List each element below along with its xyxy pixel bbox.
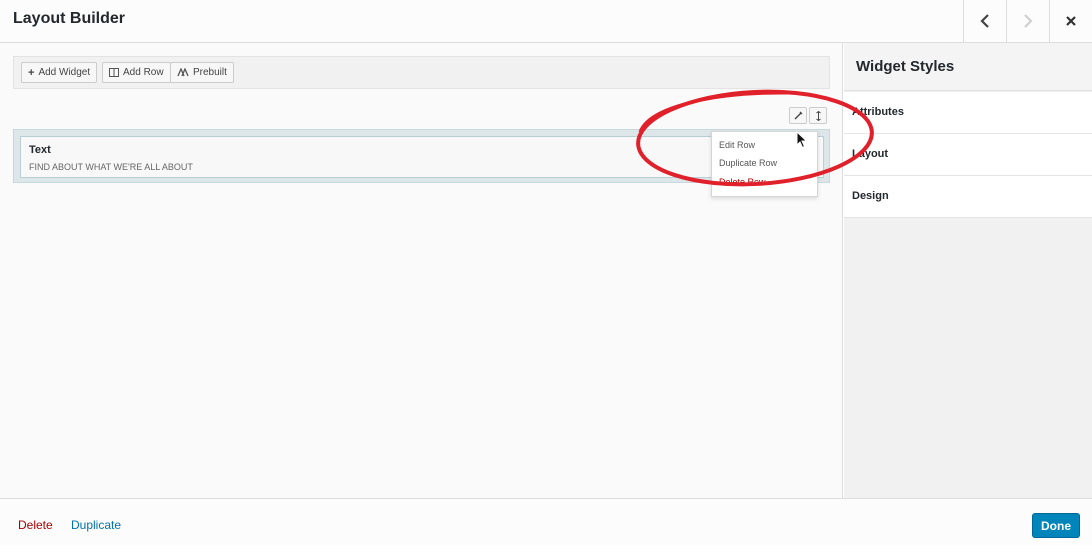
widget-styles-panel: Widget Styles Attributes Layout Design xyxy=(844,43,1092,498)
row-edit-button[interactable] xyxy=(789,107,807,124)
section-layout-label: Layout xyxy=(852,148,889,160)
add-widget-button[interactable]: + Add Widget xyxy=(21,62,98,83)
delete-row-item[interactable]: Delete Row xyxy=(719,177,766,187)
close-icon xyxy=(1066,16,1076,26)
chevron-right-icon xyxy=(1024,14,1033,28)
chevron-left-icon xyxy=(980,14,989,28)
section-design[interactable]: Design xyxy=(844,176,1092,218)
add-row-button[interactable]: Add Row xyxy=(102,62,171,83)
section-attributes-label: Attributes xyxy=(852,106,904,118)
prebuilt-button[interactable]: Prebuilt xyxy=(170,62,234,83)
delete-link[interactable]: Delete xyxy=(18,518,53,532)
done-button[interactable]: Done xyxy=(1032,513,1080,538)
prebuilt-label: Prebuilt xyxy=(193,67,227,78)
builder-canvas: + Add Widget Add Row Prebuilt Text FIND … xyxy=(0,43,843,498)
previous-button[interactable] xyxy=(963,0,1006,42)
widget-description: FIND ABOUT WHAT WE'RE ALL ABOUT xyxy=(29,162,193,172)
builder-toolbar: + Add Widget Add Row Prebuilt xyxy=(13,56,830,89)
layout-row: Text FIND ABOUT WHAT WE'RE ALL ABOUT xyxy=(13,129,830,183)
dialog-title: Layout Builder xyxy=(13,10,126,27)
plus-icon: + xyxy=(28,66,35,79)
widget-styles-title: Widget Styles xyxy=(856,58,955,75)
section-attributes[interactable]: Attributes xyxy=(844,92,1092,134)
close-button[interactable] xyxy=(1049,0,1092,42)
dialog-footer: Delete Duplicate Done xyxy=(0,498,1092,545)
row-move-handle[interactable] xyxy=(809,107,827,124)
add-widget-label: Add Widget xyxy=(38,67,91,78)
move-vertical-icon xyxy=(815,110,821,121)
next-button[interactable] xyxy=(1006,0,1049,42)
duplicate-row-item[interactable]: Duplicate Row xyxy=(719,158,777,168)
section-layout[interactable]: Layout xyxy=(844,134,1092,176)
mouse-cursor-icon xyxy=(796,131,808,149)
add-row-label: Add Row xyxy=(123,67,164,78)
layers-icon xyxy=(177,68,189,77)
duplicate-link[interactable]: Duplicate xyxy=(71,518,121,532)
dialog-titlebar: Layout Builder xyxy=(0,0,1092,43)
columns-icon xyxy=(109,68,119,77)
text-widget[interactable]: Text FIND ABOUT WHAT WE'RE ALL ABOUT xyxy=(20,136,824,178)
edit-row-item[interactable]: Edit Row xyxy=(719,140,755,150)
widget-styles-header: Widget Styles xyxy=(844,43,1092,91)
section-design-label: Design xyxy=(852,190,889,202)
wrench-icon xyxy=(794,111,802,120)
widget-title: Text xyxy=(29,144,51,156)
